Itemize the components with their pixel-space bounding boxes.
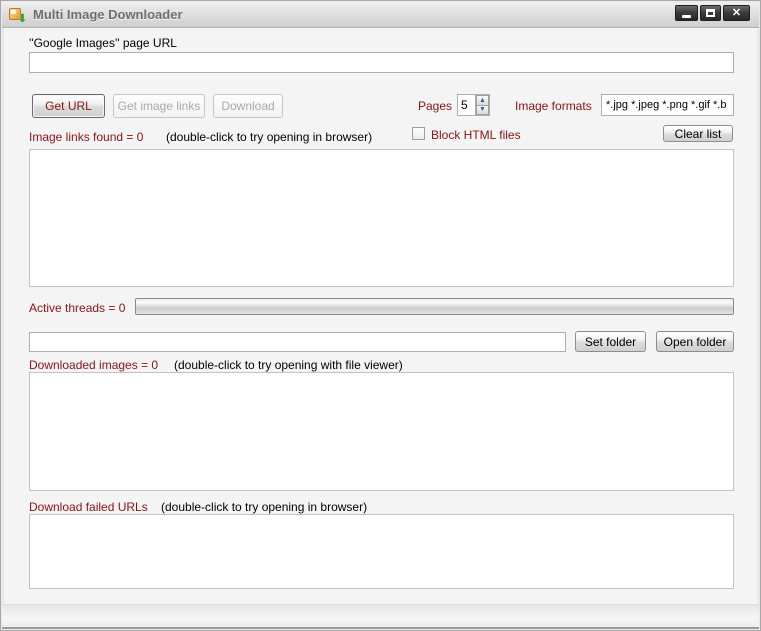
window-title: Multi Image Downloader: [33, 7, 183, 22]
title-bar[interactable]: ⬇ Multi Image Downloader ✕: [2, 2, 759, 28]
spin-up-icon: ▲: [479, 96, 486, 104]
pages-spinner: 5 ▲ ▼: [457, 94, 490, 116]
image-links-count-label: Image links found = 0: [29, 130, 144, 144]
image-links-list[interactable]: [29, 149, 734, 287]
open-folder-button[interactable]: Open folder: [656, 331, 734, 352]
window-bottom-frame: [2, 604, 759, 629]
maximize-button[interactable]: [700, 5, 721, 21]
get-url-button[interactable]: Get URL: [32, 94, 105, 118]
app-icon: ⬇: [9, 7, 27, 25]
spin-down-icon: ▼: [479, 106, 486, 114]
spin-up-button[interactable]: ▲: [476, 95, 489, 106]
app-window: ⬇ Multi Image Downloader ✕ ''Google Imag…: [0, 0, 761, 631]
maximize-icon: [706, 9, 715, 17]
image-links-hint: (double-click to try opening in browser): [166, 130, 373, 144]
image-formats-label: Image formats: [515, 99, 592, 113]
page-url-input[interactable]: [29, 52, 734, 73]
minimize-button[interactable]: [675, 5, 698, 21]
close-button[interactable]: ✕: [723, 5, 750, 21]
get-image-links-button[interactable]: Get image links: [113, 94, 205, 118]
pages-label: Pages: [418, 99, 453, 113]
block-html-checkbox[interactable]: [412, 127, 425, 140]
download-button[interactable]: Download: [213, 94, 283, 118]
window-controls: ✕: [675, 5, 750, 21]
active-threads-label: Active threads = 0: [29, 301, 126, 315]
download-arrow-icon: ⬇: [17, 12, 27, 25]
downloaded-images-list[interactable]: [29, 372, 734, 491]
pages-value[interactable]: 5: [457, 94, 476, 116]
minimize-icon: [682, 14, 691, 18]
threads-progress-bar: [135, 298, 734, 315]
clear-list-button[interactable]: Clear list: [663, 125, 733, 142]
downloaded-hint: (double-click to try opening with file v…: [174, 358, 403, 372]
spin-down-button[interactable]: ▼: [476, 105, 489, 115]
folder-path-input[interactable]: [29, 332, 566, 352]
downloaded-count-label: Downloaded images = 0: [29, 358, 159, 372]
failed-urls-hint: (double-click to try opening in browser): [161, 500, 368, 514]
page-url-label: ''Google Images'' page URL: [29, 36, 177, 50]
image-formats-input[interactable]: [601, 94, 734, 116]
failed-urls-label: Download failed URLs: [29, 500, 148, 514]
close-icon: ✕: [731, 6, 742, 19]
failed-urls-list[interactable]: [29, 514, 734, 589]
block-html-label: Block HTML files: [431, 128, 521, 142]
set-folder-button[interactable]: Set folder: [575, 331, 646, 352]
